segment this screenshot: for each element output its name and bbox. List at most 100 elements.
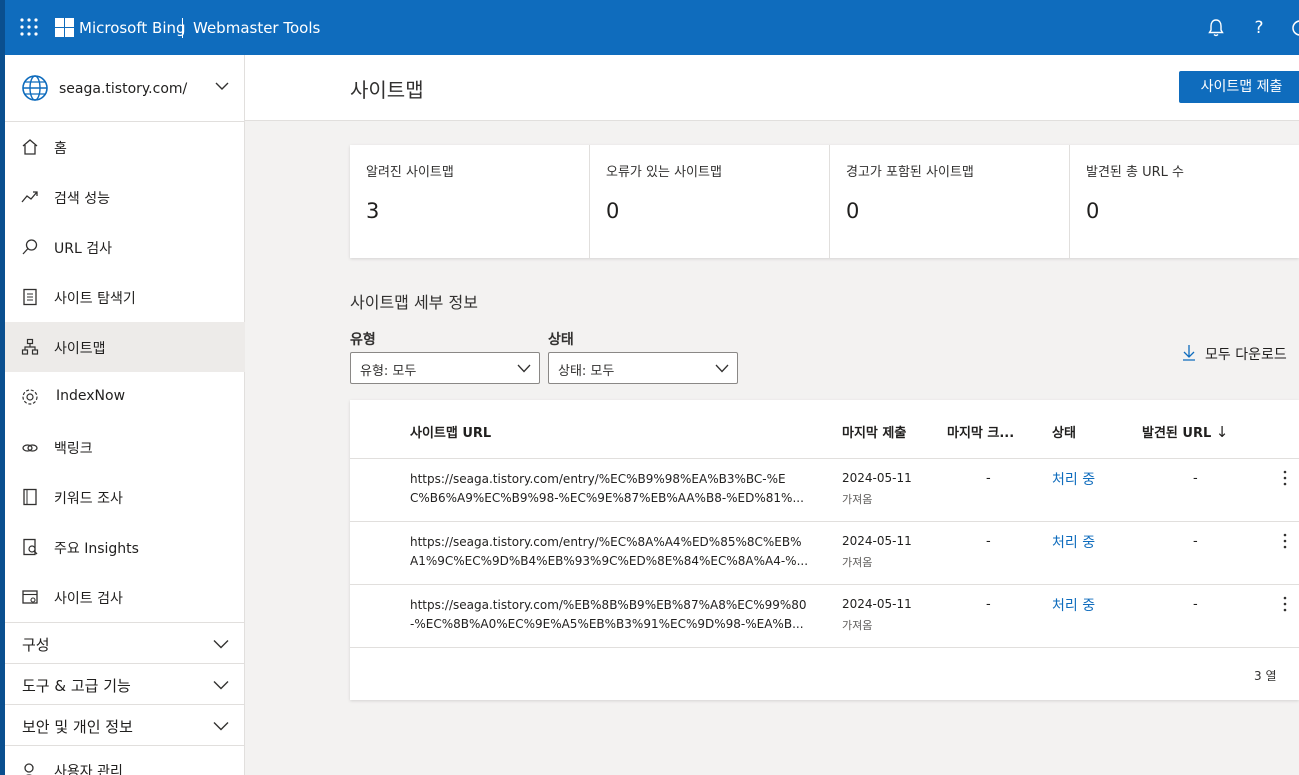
last-crawled: - [986,597,991,612]
url-line: C%B6%A9%EC%B9%98-%EC%9E%87%EB%AA%B8-%ED%… [410,491,804,505]
sidebar-item-backlinks[interactable]: 백링크 [5,422,245,472]
url-line: https://seaga.tistory.com/%EB%8B%B9%EB%8… [410,598,807,612]
sidebar-item-label: 사이트 탐색기 [54,291,136,307]
dropdown-value: 유형: 모두 [360,364,417,379]
sidebar-item-indexnow[interactable]: IndexNow [5,372,245,422]
microsoft-logo-icon [55,18,74,37]
summary-cards: 알려진 사이트맵 3 오류가 있는 사이트맵 0 경고가 포함된 사이트맵 0 … [350,145,1299,258]
url-line: -%EC%8B%A0%EC%9E%A5%EB%B3%91%EC%9D%98-%E… [410,617,804,631]
sidebar-group-label: 구성 [22,636,50,654]
sidebar-item-search-performance[interactable]: 검색 성능 [5,172,245,222]
type-filter-dropdown[interactable]: 유형: 모두 [350,352,540,384]
column-header-url[interactable]: 사이트맵 URL [410,422,491,441]
sitemap-url[interactable]: https://seaga.tistory.com/entry/%EC%8A%A… [410,533,825,571]
page-header: 사이트맵 사이트맵 제출 [245,55,1299,121]
sidebar-item-sitemap[interactable]: 사이트맵 [5,322,245,372]
sidebar-group-configuration[interactable]: 구성 [5,622,245,663]
discovered-urls: - [1193,597,1198,612]
chevron-down-icon [213,640,229,649]
more-options-icon[interactable] [1280,532,1290,550]
card-label: 알려진 사이트맵 [366,165,454,180]
sidebar-group-security[interactable]: 보안 및 개인 정보 [5,704,245,745]
sidebar-item-site-explorer[interactable]: 사이트 탐색기 [5,272,245,322]
status-filter-label: 상태 [548,332,574,348]
table-row[interactable]: https://seaga.tistory.com/entry/%EC%B9%9… [350,459,1299,522]
table-row[interactable]: https://seaga.tistory.com/entry/%EC%8A%A… [350,522,1299,585]
sort-desc-icon: ↓ [1215,423,1229,441]
status-link[interactable]: 처리 중 [1052,469,1095,489]
chevron-down-icon [215,82,229,90]
last-submitted-date: 2024-05-11 [842,597,912,611]
sitemap-url[interactable]: https://seaga.tistory.com/%EB%8B%B9%EB%8… [410,596,825,634]
bell-icon[interactable] [1206,17,1226,39]
sidebar-item-label: 검색 성능 [54,191,110,207]
sitemap-icon [21,338,39,355]
waffle-icon[interactable] [20,18,38,36]
sidebar-item-insights[interactable]: 주요 Insights [5,522,245,572]
sidebar-item-site-scan[interactable]: 사이트 검사 [5,572,245,622]
sidebar-item-label: 주요 Insights [54,541,139,557]
sidebar-item-home[interactable]: 홈 [5,122,245,172]
brand-name[interactable]: Microsoft Bing [79,19,186,37]
link-icon [22,444,38,452]
submit-sitemap-button[interactable]: 사이트맵 제출 [1179,71,1299,103]
last-submitted-date: 2024-05-11 [842,471,912,485]
chevron-down-icon [517,364,531,373]
column-header-last-crawled[interactable]: 마지막 크... [947,422,1014,441]
last-crawled: - [986,471,991,486]
sidebar-item-label: URL 검사 [54,241,112,257]
home-icon [22,139,38,155]
status-filter-dropdown[interactable]: 상태: 모두 [548,352,738,384]
sidebar-item-user-management[interactable]: 사용자 관리 [5,745,245,775]
card-value: 0 [606,199,620,223]
last-crawled: - [986,534,991,549]
help-icon[interactable]: ? [1249,17,1269,39]
settings-icon[interactable] [1290,17,1299,39]
row-count: 3 열 [1254,669,1277,683]
site-explorer-icon [23,288,37,306]
table-row[interactable]: https://seaga.tistory.com/%EB%8B%B9%EB%8… [350,585,1299,648]
sidebar-item-label: 백링크 [54,441,93,457]
search-icon [22,239,38,255]
card-label: 오류가 있는 사이트맵 [606,165,722,180]
sidebar-item-label: 키워드 조사 [54,491,123,507]
gear-icon [22,389,38,405]
sitemap-url[interactable]: https://seaga.tistory.com/entry/%EC%B9%9… [410,470,825,508]
column-header-status[interactable]: 상태 [1052,422,1076,441]
column-header-last-submitted[interactable]: 마지막 제출 [842,422,906,441]
more-options-icon[interactable] [1280,469,1290,487]
sidebar-item-url-inspection[interactable]: URL 검사 [5,222,245,272]
discovered-urls: - [1193,534,1198,549]
fetch-status: 가져옴 [842,493,873,506]
site-scan-icon [22,590,38,604]
type-filter-label: 유형 [350,332,376,348]
download-all-button[interactable]: 모두 다운로드 [1182,344,1299,364]
chevron-down-icon [213,722,229,731]
sidebar-item-label: 사용자 관리 [54,764,123,775]
product-name[interactable]: Webmaster Tools [193,19,320,37]
more-options-icon[interactable] [1280,595,1290,613]
sidebar-item-keyword-research[interactable]: 키워드 조사 [5,472,245,522]
card-label: 경고가 포함된 사이트맵 [846,165,974,180]
status-link[interactable]: 처리 중 [1052,532,1095,552]
url-line: A1%9C%EC%9D%B4%EB%93%9C%ED%8E%84%EC%8A%A… [410,554,809,568]
site-selector[interactable]: seaga.tistory.com/ [5,55,245,122]
site-name: seaga.tistory.com/ [59,81,188,97]
status-link[interactable]: 처리 중 [1052,595,1095,615]
column-header-discovered-urls[interactable]: 발견된 URL ↓ [1142,422,1228,441]
sidebar-item-label: 사이트 검사 [54,591,123,607]
download-icon [1183,345,1195,361]
sidebar-group-tools[interactable]: 도구 & 고급 기능 [5,663,245,704]
chevron-down-icon [715,364,729,373]
section-title: 사이트맵 세부 정보 [350,293,478,312]
card-label: 발견된 총 URL 수 [1086,165,1184,180]
card-value: 0 [1086,199,1100,223]
sidebar: seaga.tistory.com/ 홈 검색 성능 URL 검사 사이트 탐색… [0,55,245,775]
table-header-row: 사이트맵 URL 마지막 제출 마지막 크... 상태 발견된 URL ↓ [350,400,1299,459]
column-header-label: 발견된 URL [1142,426,1212,441]
fetch-status: 가져옴 [842,619,873,632]
brand-divider [182,18,183,38]
top-bar: Microsoft Bing Webmaster Tools ? [0,0,1299,55]
keyword-icon [23,488,37,506]
card-total-urls: 발견된 총 URL 수 0 [1070,145,1299,258]
